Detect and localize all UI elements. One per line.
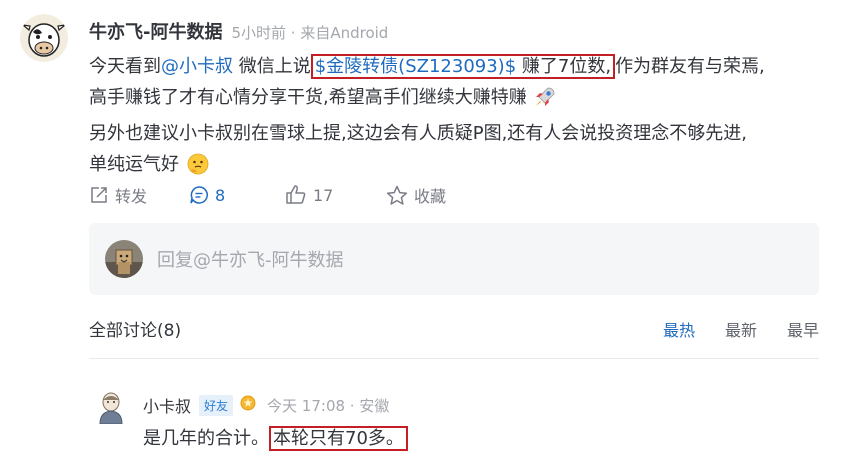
medal-icon (239, 394, 257, 416)
comment-meta: 今天 17:08 · 安徽 (267, 396, 390, 415)
author-name[interactable]: 牛亦飞-阿牛数据 (89, 18, 222, 44)
thumb-up-icon (286, 185, 306, 204)
rocket-icon (534, 86, 556, 118)
current-user-avatar (105, 240, 143, 278)
stock-link[interactable]: $金陵转债(SZ123093)$ (315, 56, 516, 77)
comment-text: 是几年的合计。 本轮只有70多。 (143, 424, 408, 451)
discussion-title: 全部讨论(8) (89, 321, 182, 341)
highlight-box-stock: $金陵转债(SZ123093)$ 赚了7位数, (310, 54, 616, 79)
post-line-4: 单纯运气好 (89, 149, 824, 185)
sort-hot-tab[interactable]: 最热 (663, 317, 695, 341)
friend-badge: 好友 (199, 394, 234, 416)
like-count: 17 (313, 185, 334, 205)
commenter-avatar[interactable] (94, 390, 128, 425)
comment-button[interactable]: 8 (189, 185, 285, 205)
reply-placeholder: 回复@牛亦飞-阿牛数据 (157, 250, 344, 271)
sort-newest-tab[interactable]: 最新 (725, 317, 757, 341)
post-actions: 转发 8 17 收藏 (89, 183, 446, 207)
post-header: 牛亦飞-阿牛数据 5小时前 · 来自Android (89, 18, 388, 44)
divider (89, 358, 819, 359)
post-line-1: 今天看到@小卡叔 微信上说 $金陵转债(SZ123093)$ 赚了7位数, 作为群友… (89, 54, 765, 79)
repost-label: 转发 (115, 187, 148, 206)
sort-oldest-tab[interactable]: 最早 (787, 317, 819, 341)
highlight-box-comment: 本轮只有70多。 (269, 426, 408, 451)
like-button[interactable]: 17 (285, 185, 386, 205)
author-avatar[interactable] (20, 14, 68, 62)
comment-count: 8 (215, 185, 226, 205)
post-line-3: 另外也建议小卡叔别在雪球上提,这边会有人质疑P图,还有人会说投资理念不够先进, (89, 123, 748, 144)
comment-header: 小卡叔 好友 今天 17:08 · 安徽 (143, 393, 389, 417)
post-line-2: 高手赚钱了才有心情分享干货,希望高手们继续大赚特赚 (89, 82, 824, 118)
mention-link[interactable]: @小卡叔 (161, 56, 233, 77)
reply-input[interactable]: 回复@牛亦飞-阿牛数据 (89, 223, 819, 295)
post-body: 今天看到@小卡叔 微信上说 $金陵转债(SZ123093)$ 赚了7位数, 作为群友… (89, 51, 824, 185)
star-icon (386, 185, 408, 205)
thinking-face-icon (187, 153, 209, 185)
share-icon (91, 187, 107, 203)
favorite-label: 收藏 (414, 187, 447, 206)
repost-button[interactable]: 转发 (89, 183, 189, 207)
sort-tabs: 最热 最新 最早 (633, 317, 819, 341)
comment-icon (190, 186, 208, 204)
favorite-button[interactable]: 收藏 (386, 183, 446, 207)
commenter-name[interactable]: 小卡叔 (143, 393, 191, 417)
post-meta: 5小时前 · 来自Android (231, 24, 389, 42)
